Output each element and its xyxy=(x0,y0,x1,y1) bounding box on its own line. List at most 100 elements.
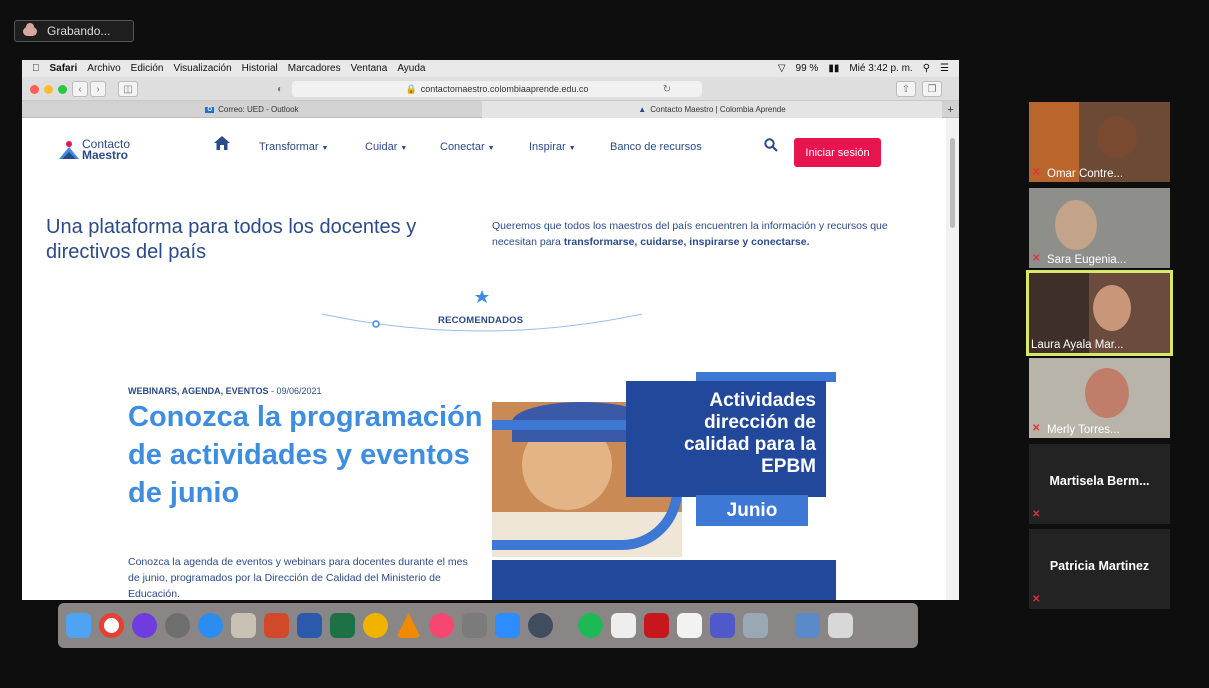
apple-icon[interactable]:  xyxy=(32,63,40,74)
menu-ayuda[interactable]: Ayuda xyxy=(397,63,425,74)
textedit-icon[interactable] xyxy=(611,613,636,638)
quicktime-icon[interactable] xyxy=(528,613,553,638)
share-button[interactable]: ⇧ xyxy=(896,81,916,97)
nav-inspirar[interactable]: Inspirar ▼ xyxy=(529,141,576,153)
safari-icon[interactable] xyxy=(198,613,223,638)
recording-label: Grabando... xyxy=(47,24,111,38)
chevron-down-icon: ▼ xyxy=(487,145,495,152)
nav-cuidar[interactable]: Cuidar ▼ xyxy=(365,141,407,153)
new-tab-button[interactable]: + xyxy=(942,101,959,118)
participant-tile-laura[interactable]: Laura Ayala Mar... xyxy=(1026,270,1173,356)
teams-icon[interactable] xyxy=(710,613,735,638)
participant-name: Martisela Berm... xyxy=(1049,474,1150,488)
zoom-window-icon[interactable] xyxy=(58,85,67,94)
tab-contacto-maestro[interactable]: ▲ Contacto Maestro | Colombia Aprende xyxy=(482,101,942,118)
participant-face xyxy=(1093,285,1131,331)
wifi-icon[interactable]: ▽ xyxy=(778,63,786,74)
article-category[interactable]: WEBINARS, AGENDA, EVENTOS xyxy=(128,386,269,396)
notes-icon[interactable] xyxy=(231,613,256,638)
forward-button[interactable]: › xyxy=(90,81,106,97)
battery-percent[interactable]: 99 % xyxy=(796,63,819,74)
hero-sub-bold: transformarse, cuidarse, inspirarse y co… xyxy=(563,236,810,248)
launchpad-icon[interactable] xyxy=(165,613,190,638)
chrome-icon[interactable] xyxy=(99,613,124,638)
menubar-clock[interactable]: Mié 3:42 p. m. xyxy=(849,63,912,74)
article-date: - 09/06/2021 xyxy=(268,386,322,396)
cloud-record-icon xyxy=(23,22,37,36)
vlc-icon[interactable] xyxy=(396,613,421,638)
tab-outlook[interactable]: O Correo: UED - Outlook xyxy=(22,101,482,118)
control-center-icon[interactable]: ☰ xyxy=(940,63,949,74)
finder-icon[interactable] xyxy=(66,613,91,638)
downloads-folder-icon[interactable] xyxy=(795,613,820,638)
participant-tile-omar[interactable]: ✕ Omar Contre... xyxy=(1029,102,1170,182)
menu-app-name[interactable]: Safari xyxy=(50,63,78,74)
home-icon[interactable] xyxy=(214,136,230,150)
hero-title: Una plataforma para todos los docentes y… xyxy=(46,216,417,263)
web-page: Contacto Maestro Transformar ▼ Cuidar ▼ Co… xyxy=(22,118,946,600)
outlook-icon: O xyxy=(205,106,215,113)
muted-mic-icon: ✕ xyxy=(1032,253,1041,264)
login-button[interactable]: Iniciar sesión xyxy=(794,138,881,167)
powerpoint-icon[interactable] xyxy=(264,613,289,638)
siri-icon[interactable] xyxy=(132,613,157,638)
address-bar[interactable]: 🔒 contactomaestro.colombiaaprende.edu.co xyxy=(292,81,702,97)
photos-icon[interactable] xyxy=(363,613,388,638)
scrollbar-thumb[interactable] xyxy=(950,138,955,228)
recording-indicator[interactable]: Grabando... xyxy=(14,20,134,42)
preview-icon[interactable] xyxy=(743,613,768,638)
back-button[interactable]: ‹ xyxy=(72,81,88,97)
zoom-meeting-window: Grabando...  Safari Archivo Edición Vis… xyxy=(0,0,1209,688)
trash-icon[interactable] xyxy=(828,613,853,638)
tab-overview-button[interactable]: ❐ xyxy=(922,81,942,97)
participant-name: Patricia Martinez xyxy=(1049,559,1150,573)
url-text: contactomaestro.colombiaaprende.edu.co xyxy=(420,84,589,94)
site-favicon-icon: ▲ xyxy=(638,105,647,114)
privacy-shield-icon[interactable]: ◐ xyxy=(272,81,288,97)
nav-banco-recursos[interactable]: Banco de recursos xyxy=(610,141,702,153)
excel-icon[interactable] xyxy=(330,613,355,638)
participant-tile-martisela[interactable]: Martisela Berm... ✕ xyxy=(1029,444,1170,524)
nav-transformar[interactable]: Transformar ▼ xyxy=(259,141,328,153)
sidebar-toggle-button[interactable]: ◫ xyxy=(118,81,138,97)
menu-edicion[interactable]: Edición xyxy=(131,63,164,74)
site-logo-text[interactable]: Contacto Maestro xyxy=(82,138,130,162)
menu-historial[interactable]: Historial xyxy=(242,63,278,74)
participant-tile-merly[interactable]: ✕ Merly Torres... xyxy=(1029,358,1170,438)
zoom-icon[interactable] xyxy=(495,613,520,638)
mac-menubar:  Safari Archivo Edición Visualización H… xyxy=(22,60,959,77)
music-icon[interactable] xyxy=(429,613,454,638)
battery-icon[interactable]: ▮▮ xyxy=(828,63,839,74)
promo-image[interactable]: Actividades dirección de calidad para la… xyxy=(492,372,836,600)
nav-conectar[interactable]: Conectar ▼ xyxy=(440,141,495,153)
menu-archivo[interactable]: Archivo xyxy=(87,63,120,74)
logo-line2: Maestro xyxy=(82,148,129,162)
participant-name: Omar Contre... xyxy=(1047,168,1124,180)
acrobat-icon[interactable] xyxy=(644,613,669,638)
close-window-icon[interactable] xyxy=(30,85,39,94)
word-icon[interactable] xyxy=(297,613,322,638)
participant-name: Sara Eugenia... xyxy=(1047,254,1127,266)
article-meta: WEBINARS, AGENDA, EVENTOS - 09/06/2021 xyxy=(128,386,322,396)
page-scrollbar[interactable] xyxy=(946,118,959,600)
tab-bar: O Correo: UED - Outlook ▲ Contacto Maest… xyxy=(22,101,959,118)
participant-tile-patricia[interactable]: Patricia Martinez ✕ xyxy=(1029,529,1170,609)
spotlight-icon[interactable]: ⚲ xyxy=(923,63,930,74)
participant-face xyxy=(1055,200,1097,250)
recommended-label: RECOMENDADOS xyxy=(438,315,524,326)
nav-transformar-label: Transformar xyxy=(259,141,319,153)
reload-icon[interactable]: ↻ xyxy=(659,81,675,97)
menu-visualizacion[interactable]: Visualización xyxy=(173,63,231,74)
contacto-maestro-logo-icon[interactable] xyxy=(58,140,80,160)
menu-marcadores[interactable]: Marcadores xyxy=(288,63,341,74)
minimize-window-icon[interactable] xyxy=(44,85,53,94)
system-preferences-icon[interactable] xyxy=(462,613,487,638)
article-description: Conozca la agenda de eventos y webinars … xyxy=(128,556,468,600)
participant-tile-sara[interactable]: ✕ Sara Eugenia... xyxy=(1029,188,1170,268)
promo-month: Junio xyxy=(696,495,808,526)
keynote-icon[interactable] xyxy=(677,613,702,638)
article-title[interactable]: Conozca la programación de actividades y… xyxy=(128,398,488,512)
spotify-icon[interactable] xyxy=(578,613,603,638)
menu-ventana[interactable]: Ventana xyxy=(351,63,388,74)
search-icon[interactable] xyxy=(764,138,778,152)
